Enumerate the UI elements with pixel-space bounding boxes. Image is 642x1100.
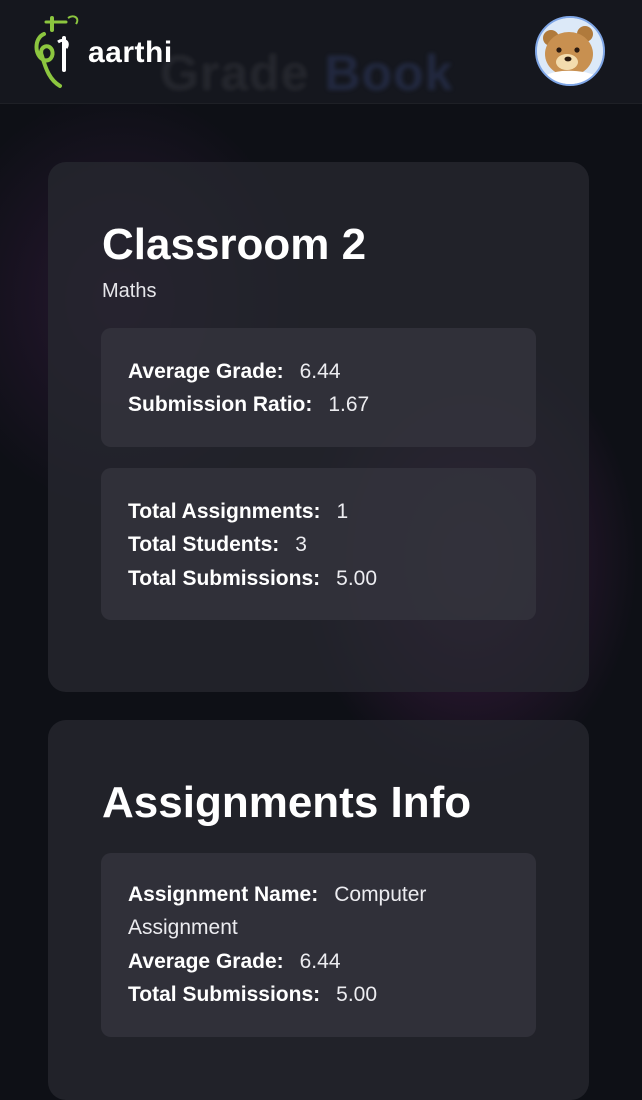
totals-box: Total Assignments: 1 Total Students: 3 Tot…	[101, 468, 536, 620]
total-submissions-row: Total Submissions: 5.00	[128, 567, 377, 591]
total-assignments-label: Total Assignments:	[128, 500, 321, 523]
assignment-total-submissions-label: Total Submissions:	[128, 983, 321, 1006]
total-students-label: Total Students:	[128, 533, 280, 556]
logo-text: aarthi	[88, 36, 173, 69]
submission-ratio-value: 1.67	[328, 393, 370, 416]
total-assignments-value: 1	[336, 500, 349, 523]
assignments-info-title: Assignments Info	[102, 778, 472, 827]
assignment-name-label: Assignment Name:	[128, 883, 319, 906]
app-logo[interactable]: aarthi	[30, 8, 190, 92]
total-students-row: Total Students: 3	[128, 533, 307, 557]
assignment-name-value: Computer	[334, 883, 427, 906]
assignments-info-card: Assignments Info Assignment Name: Compute…	[48, 720, 589, 1100]
aarthi-logo-icon	[34, 15, 79, 88]
average-grade-label: Average Grade:	[128, 360, 284, 383]
classroom-subject: Maths	[102, 280, 157, 302]
assignment-total-submissions-value: 5.00	[336, 983, 378, 1006]
assignment-item: Assignment Name: Computer Assignment Aver…	[101, 853, 536, 1037]
assignment-average-grade-value: 6.44	[299, 950, 341, 973]
assignment-name-value-continued: Assignment	[128, 916, 238, 939]
top-header: Grade Book aarthi	[0, 0, 642, 104]
assignment-average-grade-row: Average Grade: 6.44	[128, 950, 341, 974]
average-grade-value: 6.44	[299, 360, 341, 383]
submission-ratio-row: Submission Ratio: 1.67	[128, 393, 369, 417]
total-students-value: 3	[295, 533, 307, 556]
assignment-average-grade-label: Average Grade:	[128, 950, 284, 973]
user-avatar[interactable]	[535, 16, 605, 86]
background-page-title: Grade Book	[160, 45, 454, 101]
total-assignments-row: Total Assignments: 1	[128, 500, 348, 524]
classroom-card: Classroom 2 Maths Average Grade: 6.44 Sub…	[48, 162, 589, 692]
average-grade-row: Average Grade: 6.44	[128, 360, 341, 384]
bear-avatar-icon	[537, 18, 603, 84]
submission-ratio-label: Submission Ratio:	[128, 393, 313, 416]
classroom-title: Classroom 2	[102, 220, 367, 269]
total-submissions-label: Total Submissions:	[128, 567, 321, 590]
total-submissions-value: 5.00	[336, 567, 378, 590]
assignment-name-row: Assignment Name: Computer	[128, 883, 426, 907]
assignment-total-submissions-row: Total Submissions: 5.00	[128, 983, 377, 1007]
grade-stats-box: Average Grade: 6.44 Submission Ratio: 1.67	[101, 328, 536, 447]
